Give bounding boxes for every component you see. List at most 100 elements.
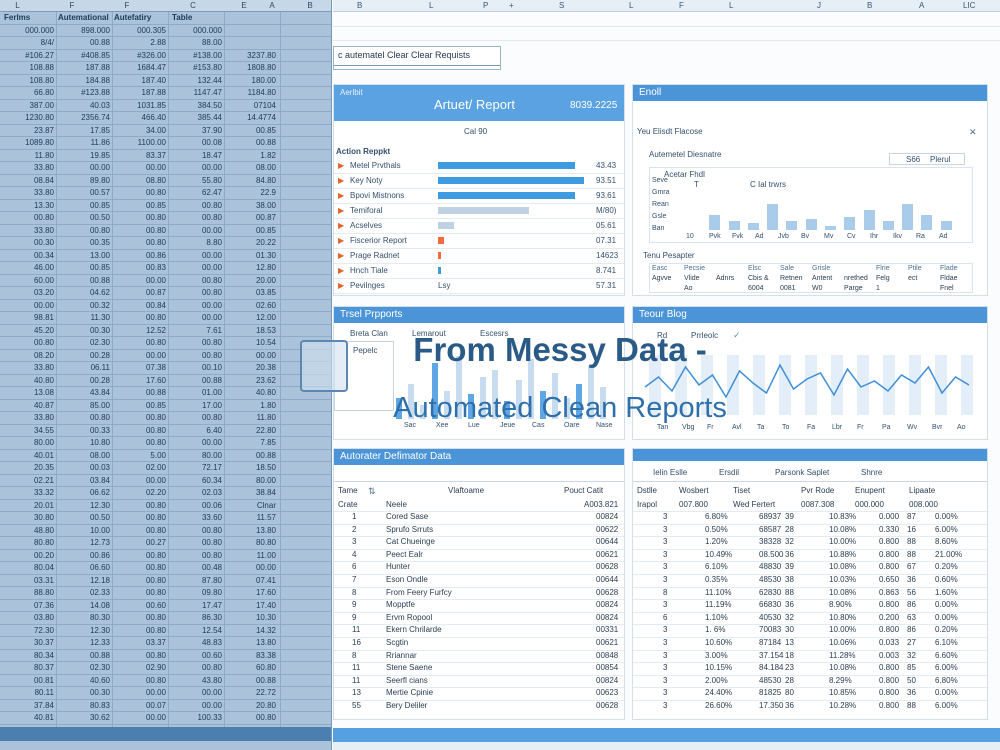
messy-cell[interactable]: 46.00: [2, 262, 54, 274]
column-letter[interactable]: LIC: [963, 0, 975, 12]
messy-cell[interactable]: 40.80: [2, 375, 54, 387]
messy-cell[interactable]: 10.54: [226, 337, 276, 349]
messy-cell[interactable]: 08.00: [58, 450, 110, 462]
messy-cell[interactable]: 1.82: [226, 150, 276, 162]
messy-cell[interactable]: 3237.80: [226, 50, 276, 62]
column-letter[interactable]: F: [112, 0, 142, 12]
messy-cell[interactable]: 07.36: [2, 600, 54, 612]
messy-cell[interactable]: 08.00: [226, 162, 276, 174]
messy-cell[interactable]: 00.80: [170, 350, 222, 362]
messy-cell[interactable]: 17.85: [58, 125, 110, 137]
messy-cell[interactable]: 00.03: [58, 462, 110, 474]
messy-cell[interactable]: 02.21: [2, 475, 54, 487]
row-name[interactable]: Cored Sase: [386, 512, 428, 522]
messy-cell[interactable]: 100.33: [170, 712, 222, 724]
messy-cell[interactable]: 00.80: [114, 587, 166, 599]
messy-cell[interactable]: 12.73: [58, 537, 110, 549]
messy-cell[interactable]: 1031.85: [114, 100, 166, 112]
messy-cell[interactable]: 00.00: [170, 225, 222, 237]
messy-cell[interactable]: 00.00: [170, 312, 222, 324]
column-letter[interactable]: L: [629, 0, 633, 12]
messy-cell[interactable]: 07104: [226, 100, 276, 112]
messy-cell[interactable]: 03.84: [58, 475, 110, 487]
messy-cell[interactable]: 00.86: [114, 250, 166, 262]
messy-cell[interactable]: 85.00: [58, 400, 110, 412]
messy-cell[interactable]: 22.80: [226, 425, 276, 437]
messy-cell[interactable]: 387.00: [2, 100, 54, 112]
messy-cell[interactable]: 33.80: [2, 362, 54, 374]
messy-cell[interactable]: 18.53: [226, 325, 276, 337]
messy-cell[interactable]: 17.00: [170, 400, 222, 412]
column-letter[interactable]: L: [429, 0, 433, 12]
messy-cell[interactable]: 12.30: [58, 625, 110, 637]
messy-cell[interactable]: 5.00: [114, 450, 166, 462]
messy-cell[interactable]: 8.80: [170, 237, 222, 249]
messy-cell[interactable]: 12.52: [114, 325, 166, 337]
messy-cell[interactable]: 00.60: [170, 650, 222, 662]
messy-cell[interactable]: 00.80: [114, 675, 166, 687]
row-name[interactable]: Sprufo Srruts: [386, 525, 433, 535]
messy-cell[interactable]: 00.80: [58, 412, 110, 424]
messy-cell[interactable]: 17.40: [226, 600, 276, 612]
messy-cell[interactable]: 72.17: [170, 462, 222, 474]
messy-cell[interactable]: 1147.47: [170, 87, 222, 99]
messy-cell[interactable]: 108.88: [2, 62, 54, 74]
messy-cell[interactable]: 00.80: [114, 437, 166, 449]
row-name[interactable]: Peect Ealr: [386, 550, 423, 560]
messy-cell[interactable]: 30.80: [2, 512, 54, 524]
table-head-cell[interactable]: Ptile: [908, 264, 922, 274]
messy-cell[interactable]: 43.80: [170, 675, 222, 687]
messy-cell[interactable]: 06.11: [58, 362, 110, 374]
messy-cell[interactable]: 13.30: [2, 200, 54, 212]
messy-cell[interactable]: 66.80: [2, 87, 54, 99]
messy-cell[interactable]: 00.06: [170, 500, 222, 512]
column-header[interactable]: Lipaate: [909, 486, 935, 496]
messy-cell[interactable]: 385.44: [170, 112, 222, 124]
messy-cell[interactable]: 33.80: [2, 225, 54, 237]
column-header[interactable]: Wosbert: [679, 486, 709, 496]
messy-cell[interactable]: 187.88: [114, 87, 166, 99]
messy-cell[interactable]: 88.80: [2, 587, 54, 599]
messy-cell[interactable]: 466.40: [114, 112, 166, 124]
messy-cell[interactable]: 40.03: [58, 100, 110, 112]
messy-cell[interactable]: 03.20: [2, 287, 54, 299]
messy-cell[interactable]: 000.000: [170, 25, 222, 37]
messy-cell[interactable]: 20.35: [2, 462, 54, 474]
header-cell[interactable]: Autefatiry: [114, 12, 168, 24]
messy-cell[interactable]: 1684.47: [114, 62, 166, 74]
messy-cell[interactable]: 00.20: [2, 550, 54, 562]
messy-cell[interactable]: 00.80: [170, 287, 222, 299]
messy-cell[interactable]: 86.30: [170, 612, 222, 624]
header-cell[interactable]: Table: [172, 12, 222, 24]
messy-cell[interactable]: 55.80: [170, 175, 222, 187]
messy-cell[interactable]: 00.88: [226, 450, 276, 462]
header-cell[interactable]: Autemational: [58, 12, 112, 24]
messy-cell[interactable]: #326.00: [114, 50, 166, 62]
messy-cell[interactable]: 00.86: [58, 550, 110, 562]
messy-cell[interactable]: #106.27: [2, 50, 54, 62]
messy-cell[interactable]: 13.80: [226, 525, 276, 537]
messy-cell[interactable]: 12.54: [170, 625, 222, 637]
messy-cell[interactable]: 11.30: [58, 312, 110, 324]
messy-cell[interactable]: 03.80: [2, 612, 54, 624]
messy-cell[interactable]: 00.87: [226, 212, 276, 224]
messy-cell[interactable]: 00.30: [58, 325, 110, 337]
messy-cell[interactable]: 00.80: [114, 237, 166, 249]
messy-cell[interactable]: 40.60: [58, 675, 110, 687]
messy-cell[interactable]: 00.27: [114, 537, 166, 549]
messy-cell[interactable]: 80.34: [2, 650, 54, 662]
messy-cell[interactable]: 187.88: [58, 62, 110, 74]
messy-cell[interactable]: 80.00: [226, 475, 276, 487]
messy-cell[interactable]: 1100.00: [114, 137, 166, 149]
messy-cell[interactable]: 00.00: [170, 700, 222, 712]
messy-cell[interactable]: 00.83: [114, 262, 166, 274]
messy-cell[interactable]: 00.00: [170, 262, 222, 274]
messy-cell[interactable]: 33.80: [2, 187, 54, 199]
messy-cell[interactable]: 1184.80: [226, 87, 276, 99]
messy-cell[interactable]: 00.81: [2, 675, 54, 687]
messy-cell[interactable]: 00.88: [58, 275, 110, 287]
messy-cell[interactable]: 12.80: [226, 262, 276, 274]
messy-cell[interactable]: 00.80: [114, 500, 166, 512]
toolbar-item[interactable]: S66: [906, 155, 920, 165]
messy-cell[interactable]: 60.34: [170, 475, 222, 487]
